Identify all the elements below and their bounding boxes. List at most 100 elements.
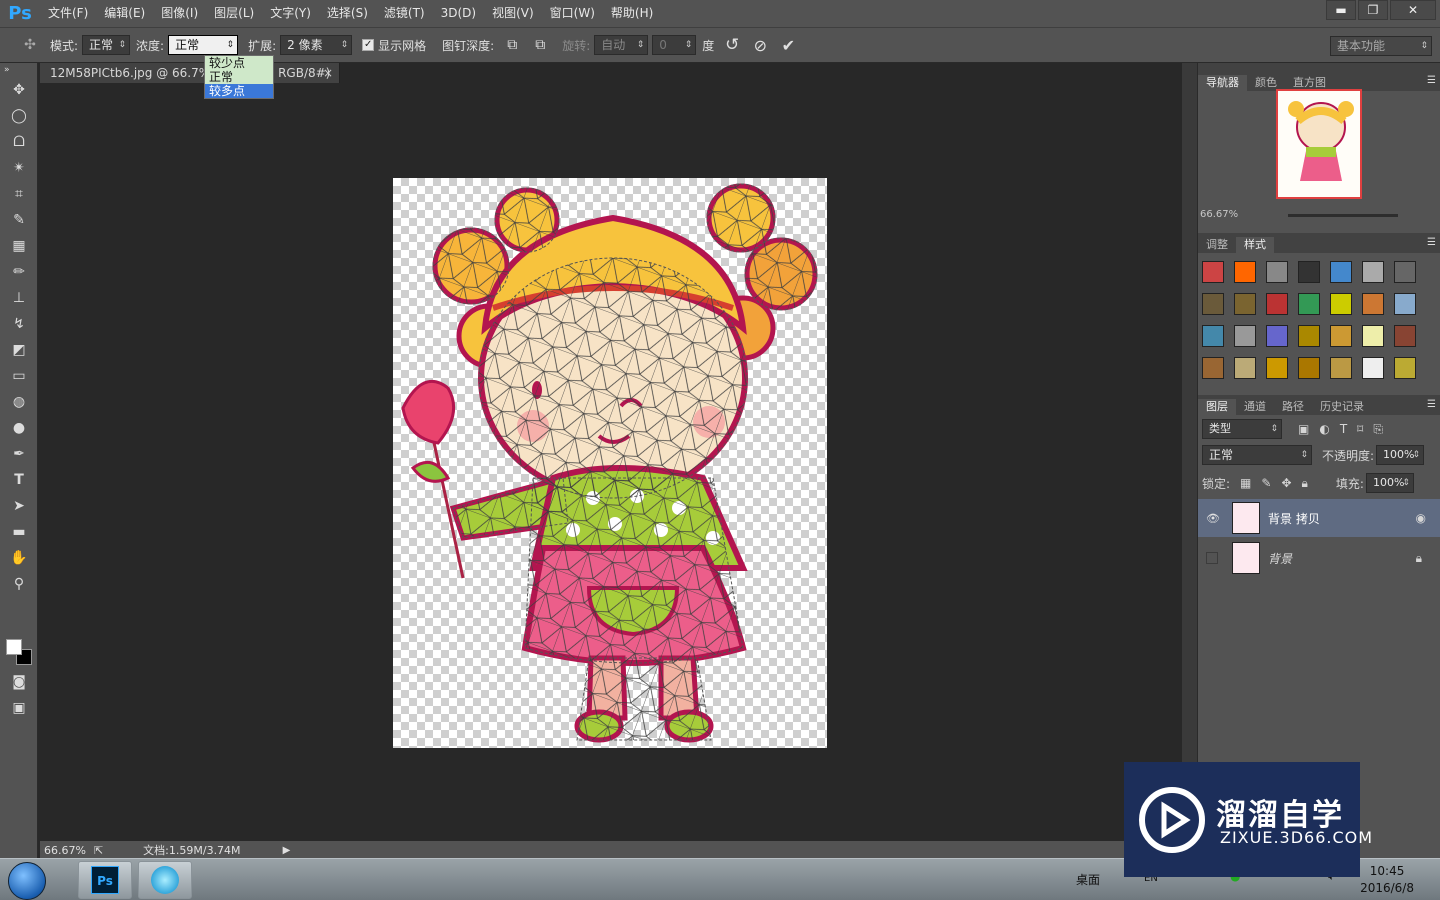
eyedropper-icon[interactable]: ✎ xyxy=(0,207,38,233)
zoom-readout[interactable]: 66.67% xyxy=(44,844,86,857)
style-swatch[interactable] xyxy=(1298,357,1320,379)
menu-layer[interactable]: 图层(L) xyxy=(206,0,262,27)
style-swatch[interactable] xyxy=(1234,357,1256,379)
ellipse-marquee-icon[interactable]: ◯ xyxy=(0,103,38,129)
toolbar-collapse-icon[interactable]: » xyxy=(0,63,38,77)
style-swatch[interactable] xyxy=(1234,293,1256,315)
puppet-warp-tool-icon[interactable]: ✣ xyxy=(19,34,41,56)
tab-channels[interactable]: 通道 xyxy=(1236,399,1274,415)
style-swatch[interactable] xyxy=(1362,293,1384,315)
menu-type[interactable]: 文字(Y) xyxy=(262,0,319,27)
style-swatch[interactable] xyxy=(1202,293,1224,315)
tab-styles[interactable]: 样式 xyxy=(1236,237,1274,253)
menu-image[interactable]: 图像(I) xyxy=(153,0,206,27)
panel-menu-icon[interactable]: ☰ xyxy=(1427,75,1436,86)
style-swatch[interactable] xyxy=(1298,325,1320,347)
menu-file[interactable]: 文件(F) xyxy=(40,0,96,27)
history-brush-icon[interactable]: ↯ xyxy=(0,311,38,337)
style-swatch[interactable] xyxy=(1362,325,1384,347)
lock-all-icon[interactable]: 🔒︎ xyxy=(1302,476,1308,491)
filter-pixel-icon[interactable]: ▣ xyxy=(1298,422,1309,436)
type-tool-icon[interactable]: T xyxy=(0,467,38,493)
path-select-icon[interactable]: ➤ xyxy=(0,493,38,519)
move-tool-icon[interactable]: ✥ xyxy=(0,77,38,103)
lock-paint-icon[interactable]: ✎ xyxy=(1261,476,1271,490)
minimize-button[interactable]: ▬ xyxy=(1326,0,1356,20)
tab-navigator[interactable]: 导航器 xyxy=(1198,75,1247,91)
eraser-tool-icon[interactable]: ◩ xyxy=(0,337,38,363)
lock-transparent-icon[interactable]: ▦ xyxy=(1240,476,1251,490)
lock-move-icon[interactable]: ✥ xyxy=(1281,476,1291,490)
close-button[interactable]: ✕ xyxy=(1390,0,1436,20)
style-swatch[interactable] xyxy=(1330,325,1352,347)
stamp-tool-icon[interactable]: ⊥ xyxy=(0,285,38,311)
blur-tool-icon[interactable]: ◍ xyxy=(0,389,38,415)
layer-filter-select[interactable]: 类型 xyxy=(1202,419,1282,439)
menu-window[interactable]: 窗口(W) xyxy=(542,0,603,27)
reset-icon[interactable]: ↺ xyxy=(721,34,743,56)
dodge-tool-icon[interactable]: ● xyxy=(0,415,38,441)
style-swatch[interactable] xyxy=(1362,261,1384,283)
healing-brush-icon[interactable]: ▦ xyxy=(0,233,38,259)
menu-select[interactable]: 选择(S) xyxy=(319,0,376,27)
layer-row-background[interactable]: 背景 🔒︎ xyxy=(1198,539,1440,577)
angle-input[interactable]: 0 xyxy=(652,35,697,55)
tab-layers[interactable]: 图层 xyxy=(1198,399,1236,415)
style-swatch[interactable] xyxy=(1202,357,1224,379)
density-option-normal[interactable]: 正常 xyxy=(205,70,273,84)
menu-help[interactable]: 帮助(H) xyxy=(603,0,661,27)
tab-adjustments[interactable]: 调整 xyxy=(1198,237,1236,253)
restore-button[interactable]: ❐ xyxy=(1358,0,1388,20)
navigator-zoom-slider[interactable] xyxy=(1288,214,1398,217)
show-mesh-checkbox[interactable]: ✓ xyxy=(362,39,375,51)
style-swatch[interactable] xyxy=(1202,261,1224,283)
style-swatch[interactable] xyxy=(1266,293,1288,315)
close-tab-icon[interactable]: × xyxy=(323,63,333,83)
style-swatch[interactable] xyxy=(1330,293,1352,315)
shape-tool-icon[interactable]: ▬ xyxy=(0,519,38,545)
style-swatch[interactable] xyxy=(1266,261,1288,283)
expand-select[interactable]: 2 像素 xyxy=(280,35,353,55)
filter-shape-icon[interactable]: ⌑ xyxy=(1357,422,1363,436)
blend-mode-select[interactable]: 正常 xyxy=(1202,445,1312,465)
crop-tool-icon[interactable]: ⌗ xyxy=(0,181,38,207)
pin-backward-icon[interactable]: ⧉ xyxy=(529,34,551,56)
visibility-eye-icon[interactable]: 👁︎ xyxy=(1206,512,1220,525)
start-button[interactable] xyxy=(8,862,46,900)
hand-tool-icon[interactable]: ✋ xyxy=(0,545,38,571)
filter-adjust-icon[interactable]: ◐ xyxy=(1319,422,1329,436)
style-swatch[interactable] xyxy=(1394,261,1416,283)
taskbar-browser[interactable] xyxy=(138,861,192,899)
tray-clock[interactable]: 10:45 2016/6/8 xyxy=(1360,863,1414,897)
cancel-icon[interactable]: ⊘ xyxy=(749,34,771,56)
menu-filter[interactable]: 滤镜(T) xyxy=(376,0,433,27)
rotate-select[interactable]: 自动 xyxy=(594,35,649,55)
style-swatch[interactable] xyxy=(1330,261,1352,283)
style-swatch[interactable] xyxy=(1362,357,1384,379)
zoom-tool-icon[interactable]: ⚲ xyxy=(0,571,38,597)
style-swatch[interactable] xyxy=(1298,261,1320,283)
style-swatch[interactable] xyxy=(1202,325,1224,347)
workspace-select[interactable]: 基本功能 xyxy=(1330,36,1432,56)
tab-paths[interactable]: 路径 xyxy=(1274,399,1312,415)
style-swatch[interactable] xyxy=(1266,357,1288,379)
menu-view[interactable]: 视图(V) xyxy=(484,0,542,27)
filter-type-icon[interactable]: T xyxy=(1340,422,1347,436)
style-swatch[interactable] xyxy=(1330,357,1352,379)
pen-tool-icon[interactable]: ✒ xyxy=(0,441,38,467)
style-swatch[interactable] xyxy=(1394,293,1416,315)
export-icon[interactable]: ⇱ xyxy=(94,844,103,857)
screen-mode-icon[interactable]: ▣ xyxy=(0,695,38,721)
opacity-input[interactable]: 100% xyxy=(1376,445,1425,465)
taskbar-photoshop[interactable]: Ps xyxy=(78,861,132,899)
foreground-color-swatch[interactable] xyxy=(6,639,22,655)
style-swatch[interactable] xyxy=(1394,357,1416,379)
panel-menu-icon[interactable]: ☰ xyxy=(1427,237,1436,248)
layer-row-background-copy[interactable]: 👁︎ 背景 拷贝 ◉ xyxy=(1198,499,1440,537)
lasso-tool-icon[interactable]: ᗝ xyxy=(0,129,38,155)
brush-tool-icon[interactable]: ✏ xyxy=(0,259,38,285)
density-select[interactable]: 正常 xyxy=(168,35,239,55)
magic-wand-icon[interactable]: ✴ xyxy=(0,155,38,181)
density-option-fewer[interactable]: 较少点 xyxy=(205,56,273,70)
visibility-box-icon[interactable] xyxy=(1206,552,1218,564)
